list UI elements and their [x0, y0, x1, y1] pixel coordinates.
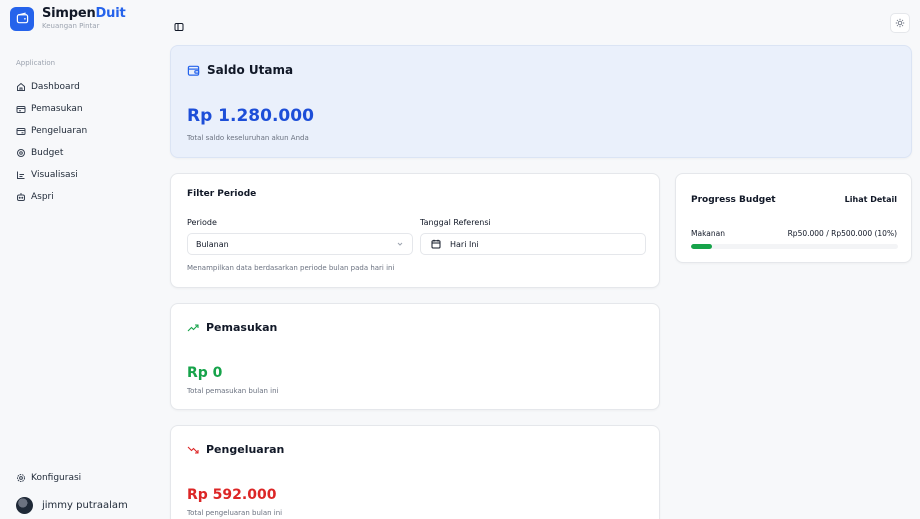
- wallet-out-icon: [16, 126, 26, 136]
- wallet-in-icon: [16, 104, 26, 114]
- saldo-card: Saldo Utama Rp 1.280.000 Total saldo kes…: [170, 45, 912, 158]
- reference-date-button[interactable]: Hari Ini: [420, 233, 646, 255]
- budget-progress-bar: [691, 244, 898, 249]
- user-name: jimmy putraalam: [42, 500, 128, 511]
- chart-icon: [16, 170, 26, 180]
- budget-title: Progress Budget: [691, 195, 776, 205]
- filter-card: Filter Periode Periode Tanggal Referensi…: [170, 173, 660, 288]
- brand-subtitle: Keuangan Pintar: [42, 22, 100, 30]
- saldo-description: Total saldo keseluruhan akun Anda: [187, 134, 309, 142]
- sidebar-item-label: Konfigurasi: [31, 473, 82, 483]
- trending-up-icon: [187, 323, 199, 333]
- view-detail-link[interactable]: Lihat Detail: [845, 195, 897, 204]
- sidebar-item-label: Pemasukan: [31, 104, 83, 114]
- settings-budget-icon: [16, 148, 26, 158]
- calendar-icon: [431, 239, 441, 249]
- reference-date-label: Tanggal Referensi: [420, 218, 491, 227]
- brand-name: SimpenDuit: [42, 6, 126, 21]
- budget-progress-fill: [691, 244, 712, 249]
- sidebar-item-konfigurasi[interactable]: Konfigurasi: [16, 467, 81, 489]
- sidebar-item-budget[interactable]: Budget: [16, 142, 87, 164]
- wallet-logo-icon: [10, 6, 34, 31]
- expense-card: Pengeluaran Rp 592.000 Total pengeluaran…: [170, 425, 660, 519]
- sidebar-item-label: Budget: [31, 148, 64, 158]
- chevron-down-icon: [396, 240, 404, 250]
- income-title: Pemasukan: [206, 321, 278, 334]
- budget-card: Progress Budget Lihat Detail Makanan Rp5…: [675, 173, 912, 263]
- saldo-amount: Rp 1.280.000: [187, 106, 314, 126]
- avatar: [16, 497, 33, 514]
- reference-date-value: Hari Ini: [450, 239, 479, 249]
- trending-down-icon: [187, 445, 199, 455]
- wallet-icon: [187, 64, 200, 77]
- sidebar-item-label: Dashboard: [31, 82, 80, 92]
- expense-description: Total pengeluaran bulan ini: [187, 509, 283, 517]
- sun-icon: [895, 18, 905, 28]
- sidebar-item-pemasukan[interactable]: Pemasukan: [16, 98, 87, 120]
- sidebar-item-label: Visualisasi: [31, 170, 78, 180]
- home-icon: [16, 82, 26, 92]
- filter-note: Menampilkan data berdasarkan periode bul…: [187, 264, 395, 272]
- sidebar-item-dashboard[interactable]: Dashboard: [16, 76, 87, 98]
- saldo-title: Saldo Utama: [207, 63, 294, 77]
- sidebar-footer: Konfigurasi: [16, 467, 81, 489]
- period-label: Periode: [187, 218, 217, 227]
- sidebar-item-visualisasi[interactable]: Visualisasi: [16, 164, 87, 186]
- sidebar-item-aspri[interactable]: Aspri: [16, 186, 87, 208]
- sidebar: SimpenDuit Keuangan Pintar Application D…: [0, 0, 160, 519]
- sidebar-group-label: Application: [16, 59, 56, 67]
- sidebar-item-label: Pengeluaran: [31, 126, 88, 136]
- budget-category: Makanan: [691, 229, 725, 238]
- gear-icon: [16, 473, 26, 483]
- sidebar-nav: Dashboard Pemasukan Pengeluaran Budget V…: [16, 76, 87, 208]
- expense-title: Pengeluaran: [206, 443, 285, 456]
- sidebar-toggle-icon[interactable]: [174, 17, 184, 31]
- filter-title: Filter Periode: [187, 189, 257, 199]
- period-select-value: Bulanan: [196, 239, 229, 249]
- expense-amount: Rp 592.000: [187, 487, 277, 503]
- theme-toggle-button[interactable]: [890, 13, 910, 33]
- sidebar-item-label: Aspri: [31, 192, 54, 202]
- assistant-icon: [16, 192, 26, 202]
- period-select[interactable]: Bulanan: [187, 233, 413, 255]
- income-description: Total pemasukan bulan ini: [187, 387, 279, 395]
- income-amount: Rp 0: [187, 365, 223, 381]
- brand[interactable]: SimpenDuit Keuangan Pintar: [10, 6, 126, 31]
- income-card: Pemasukan Rp 0 Total pemasukan bulan ini: [170, 303, 660, 410]
- budget-value: Rp50.000 / Rp500.000 (10%): [787, 229, 897, 238]
- sidebar-item-pengeluaran[interactable]: Pengeluaran: [16, 120, 87, 142]
- user-profile[interactable]: jimmy putraalam: [16, 497, 128, 514]
